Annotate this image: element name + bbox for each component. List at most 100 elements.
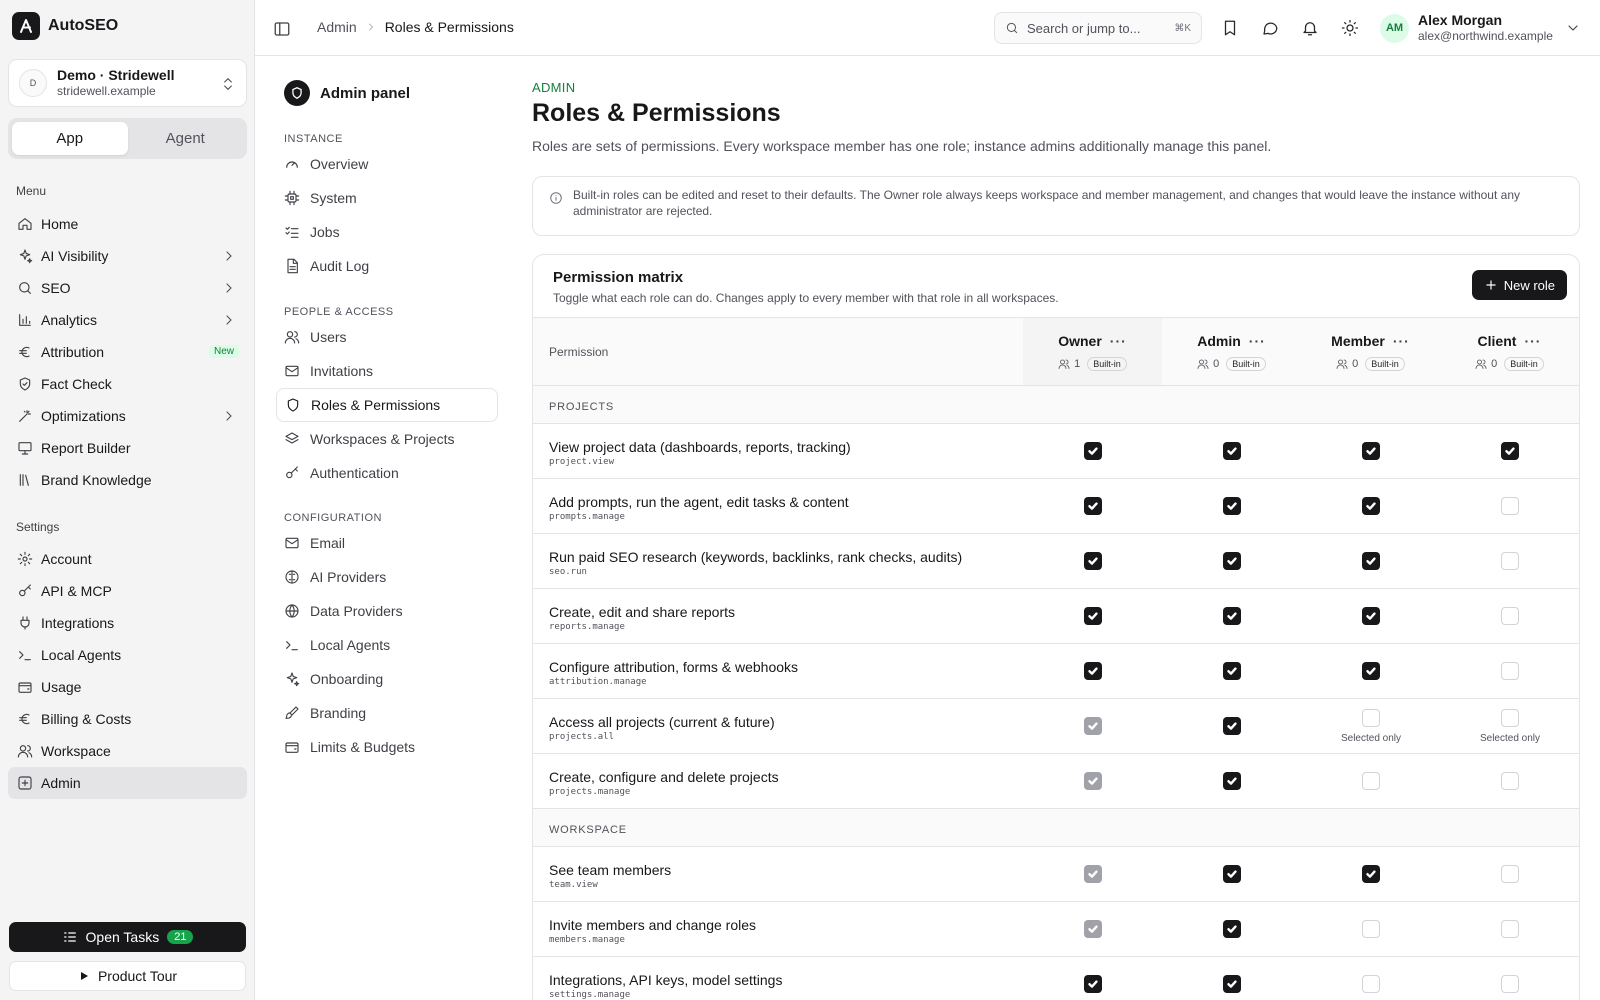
admin-nav-workspaces-projects[interactable]: Workspaces & Projects (276, 422, 498, 456)
admin-nav-roles-permissions[interactable]: Roles & Permissions (276, 388, 498, 422)
permission-checkbox-client[interactable] (1501, 920, 1519, 938)
role-more-button[interactable]: ··· (1110, 333, 1127, 349)
permission-checkbox-client[interactable] (1501, 662, 1519, 680)
admin-nav-jobs[interactable]: Jobs (276, 215, 498, 249)
admin-nav-users[interactable]: Users (276, 320, 498, 354)
permission-checkbox-owner[interactable] (1084, 552, 1102, 570)
shield-icon (287, 398, 299, 412)
open-tasks-button[interactable]: Open Tasks 21 (9, 922, 246, 952)
permission-checkbox-admin[interactable] (1223, 865, 1241, 883)
admin-nav-overview[interactable]: Overview (276, 147, 498, 181)
permission-checkbox-client[interactable] (1501, 497, 1519, 515)
sidebar-item-ai-visibility[interactable]: AI Visibility (8, 240, 247, 272)
permission-checkbox-admin[interactable] (1223, 607, 1241, 625)
permission-checkbox-client[interactable] (1501, 552, 1519, 570)
role-more-button[interactable]: ··· (1393, 333, 1410, 349)
tab-app[interactable]: App (12, 122, 128, 155)
permission-checkbox-member[interactable] (1362, 442, 1380, 460)
product-tour-button[interactable]: Product Tour (9, 961, 246, 991)
admin-nav-invitations[interactable]: Invitations (276, 354, 498, 388)
permission-checkbox-member[interactable] (1362, 607, 1380, 625)
admin-nav-onboarding[interactable]: Onboarding (276, 662, 498, 696)
permission-key: projects.all (549, 732, 615, 742)
admin-nav-ai-providers[interactable]: AI Providers (276, 560, 498, 594)
permission-checkbox-owner[interactable] (1084, 662, 1102, 680)
permission-checkbox-member[interactable] (1362, 920, 1380, 938)
info-notice-text: Built-in roles can be edited and reset t… (573, 188, 1520, 218)
sidebar-item-api-mcp[interactable]: API & MCP (8, 575, 247, 607)
permission-checkbox-admin[interactable] (1223, 552, 1241, 570)
admin-nav-local-agents[interactable]: Local Agents (276, 628, 498, 662)
permission-checkbox-admin[interactable] (1223, 975, 1241, 993)
new-role-button[interactable]: New role (1471, 270, 1567, 300)
sidebar-item-analytics[interactable]: Analytics (8, 304, 247, 336)
sidebar-item-home[interactable]: Home (8, 208, 247, 240)
sidebar-item-billing-costs[interactable]: Billing & Costs (8, 703, 247, 735)
sidebar-item-usage[interactable]: Usage (8, 671, 247, 703)
chevron-down-icon[interactable] (1565, 20, 1581, 36)
brand[interactable]: AutoSEO (12, 12, 118, 40)
permission-checkbox-owner[interactable] (1084, 975, 1102, 993)
permission-checkbox-member[interactable] (1362, 975, 1380, 993)
permission-checkbox-member[interactable] (1362, 709, 1380, 727)
sidebar-item-admin[interactable]: Admin (8, 767, 247, 799)
chevron-right-icon (226, 315, 232, 325)
permission-checkbox-member[interactable] (1362, 865, 1380, 883)
permission-checkbox-member[interactable] (1362, 497, 1380, 515)
permission-checkbox-member[interactable] (1362, 662, 1380, 680)
sidebar-item-fact-check[interactable]: Fact Check (8, 368, 247, 400)
sidebar-item-optimizations[interactable]: Optimizations (8, 400, 247, 432)
role-more-button[interactable]: ··· (1524, 333, 1541, 349)
role-more-button[interactable]: ··· (1249, 333, 1266, 349)
sidebar-item-brand-knowledge[interactable]: Brand Knowledge (8, 464, 247, 496)
admin-nav-authentication[interactable]: Authentication (276, 456, 498, 490)
bell-icon[interactable] (1301, 19, 1319, 37)
admin-nav-data-providers[interactable]: Data Providers (276, 594, 498, 628)
permission-checkbox-client[interactable] (1501, 772, 1519, 790)
permission-checkbox-admin[interactable] (1223, 497, 1241, 515)
permission-checkbox-client[interactable] (1501, 442, 1519, 460)
role-column-client: Client ··· 0 Built-in (1440, 318, 1579, 385)
search-input[interactable]: Search or jump to... ⌘K (994, 12, 1202, 44)
permission-checkbox-admin[interactable] (1223, 662, 1241, 680)
sidebar-item-report-builder[interactable]: Report Builder (8, 432, 247, 464)
admin-nav-email[interactable]: Email (276, 526, 498, 560)
admin-nav-limits-budgets[interactable]: Limits & Budgets (276, 730, 498, 764)
terminal-icon (286, 641, 298, 651)
permission-checkbox-member[interactable] (1362, 772, 1380, 790)
user-menu[interactable]: AM Alex Morgan alex@northwind.example (1380, 12, 1553, 44)
bookmark-icon[interactable] (1221, 19, 1239, 37)
sidebar-item-account[interactable]: Account (8, 543, 247, 575)
permission-checkbox-client[interactable] (1501, 709, 1519, 727)
workspace-switcher[interactable]: D Demo · Stridewell stridewell.example (8, 59, 247, 107)
permission-checkbox-client[interactable] (1501, 607, 1519, 625)
built-in-badge: Built-in (1504, 357, 1544, 371)
permission-checkbox-admin[interactable] (1223, 442, 1241, 460)
permission-checkbox-admin[interactable] (1223, 717, 1241, 735)
permission-checkbox-member[interactable] (1362, 552, 1380, 570)
admin-nav-branding[interactable]: Branding (276, 696, 498, 730)
sidebar-item-label: Admin (41, 775, 81, 791)
chevron-right-icon (226, 251, 232, 261)
admin-nav-system[interactable]: System (276, 181, 498, 215)
permission-checkbox-owner[interactable] (1084, 497, 1102, 515)
sidebar-item-local-agents[interactable]: Local Agents (8, 639, 247, 671)
permission-checkbox-client[interactable] (1501, 975, 1519, 993)
message-icon[interactable] (1261, 19, 1279, 37)
tab-agent[interactable]: Agent (128, 122, 244, 155)
admin-icon (18, 776, 32, 790)
permission-checkbox-owner[interactable] (1084, 442, 1102, 460)
sidebar-item-attribution[interactable]: Attribution New (8, 336, 247, 368)
admin-nav-audit-log[interactable]: Audit Log (276, 249, 498, 283)
sidebar-item-seo[interactable]: SEO (8, 272, 247, 304)
sidebar-item-integrations[interactable]: Integrations (8, 607, 247, 639)
permission-checkbox-client[interactable] (1501, 865, 1519, 883)
permission-checkbox-admin[interactable] (1223, 920, 1241, 938)
breadcrumb-admin[interactable]: Admin (317, 19, 357, 35)
sun-icon[interactable] (1341, 19, 1359, 37)
sidebar-toggle-icon[interactable] (273, 20, 291, 38)
permission-row: Create, configure and delete projects pro… (533, 754, 1579, 809)
permission-checkbox-admin[interactable] (1223, 772, 1241, 790)
permission-checkbox-owner[interactable] (1084, 607, 1102, 625)
sidebar-item-workspace[interactable]: Workspace (8, 735, 247, 767)
